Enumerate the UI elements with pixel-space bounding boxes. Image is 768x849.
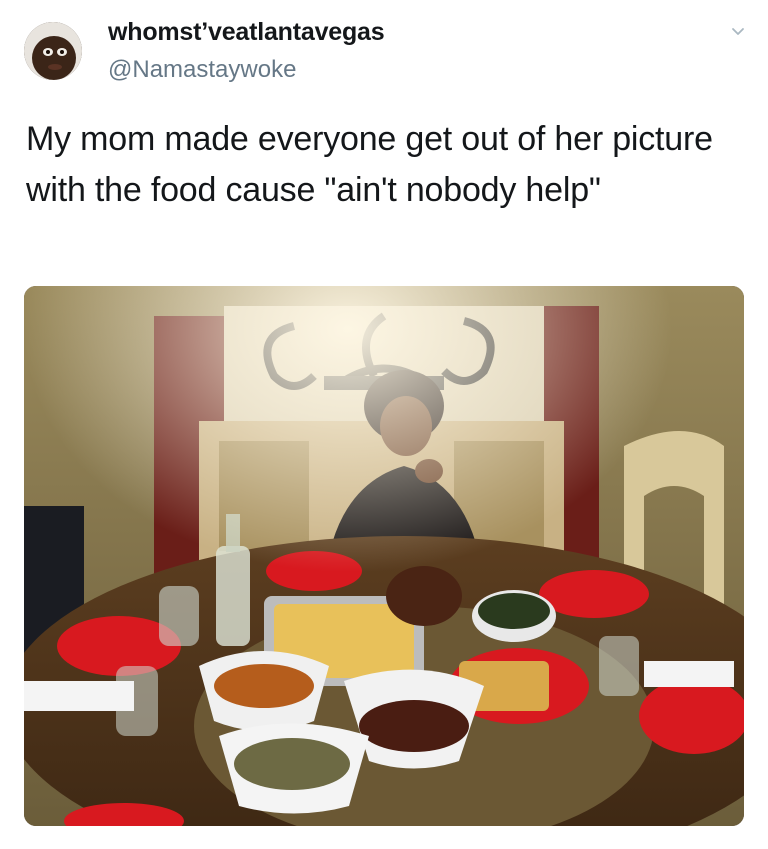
tweet-photo[interactable] [24,286,744,826]
display-name[interactable]: whomst’veatlantavegas [108,18,385,47]
chevron-down-icon[interactable] [728,22,748,42]
avatar[interactable] [24,22,82,80]
tweet-text: My mom made everyone get out of her pict… [26,120,713,209]
user-handle[interactable]: @Namastaywoke [108,56,296,84]
